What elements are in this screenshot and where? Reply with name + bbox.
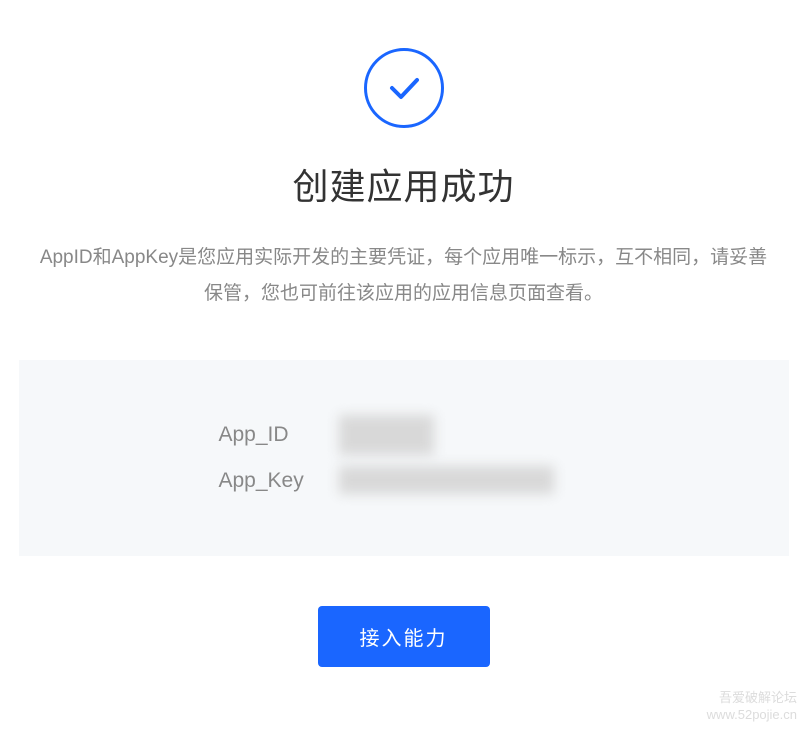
app-key-value-obscured: [339, 466, 554, 496]
success-icon-container: [364, 48, 444, 128]
app-id-value-obscured: [339, 420, 434, 450]
app-id-row: App_ID: [59, 420, 749, 450]
watermark-line2: www.52pojie.cn: [707, 707, 797, 724]
credentials-panel: App_ID App_Key: [19, 360, 789, 556]
page-title: 创建应用成功: [292, 158, 514, 210]
success-checkmark-icon: [364, 48, 444, 128]
app-key-label: App_Key: [219, 469, 329, 493]
watermark: 吾爱破解论坛 www.52pojie.cn: [707, 690, 797, 724]
checkmark-icon: [382, 66, 426, 110]
access-capability-button[interactable]: 接入能力: [318, 606, 490, 667]
app-key-row: App_Key: [59, 466, 749, 496]
description-text: AppID和AppKey是您应用实际开发的主要凭证，每个应用唯一标示，互不相同，…: [19, 240, 789, 312]
watermark-line1: 吾爱破解论坛: [707, 690, 797, 707]
app-id-label: App_ID: [219, 423, 329, 447]
